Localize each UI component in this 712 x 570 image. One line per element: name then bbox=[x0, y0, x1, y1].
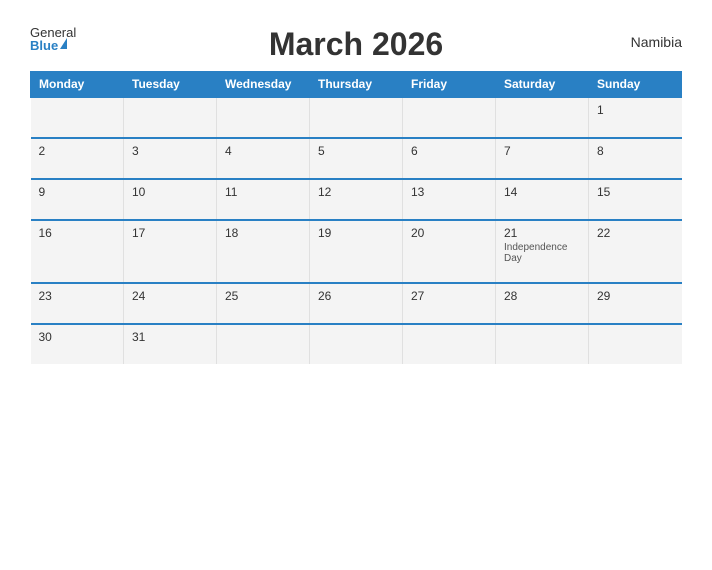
weekday-header-tuesday: Tuesday bbox=[124, 72, 217, 98]
day-cell bbox=[310, 324, 403, 364]
day-cell: 18 bbox=[217, 220, 310, 283]
day-cell: 21 Independence Day bbox=[496, 220, 589, 283]
day-event: Independence Day bbox=[504, 242, 580, 264]
day-number: 23 bbox=[39, 289, 116, 303]
day-cell: 30 bbox=[31, 324, 124, 364]
day-number: 9 bbox=[39, 185, 116, 199]
day-cell bbox=[589, 324, 682, 364]
day-number: 19 bbox=[318, 226, 394, 240]
day-number: 22 bbox=[597, 226, 674, 240]
week-row-5: 23 24 25 26 27 28 29 bbox=[31, 283, 682, 324]
day-cell: 22 bbox=[589, 220, 682, 283]
weekday-header-monday: Monday bbox=[31, 72, 124, 98]
day-cell bbox=[31, 97, 124, 138]
day-cell: 20 bbox=[403, 220, 496, 283]
logo: General Blue bbox=[30, 26, 76, 52]
calendar-wrapper: General Blue March 2026 Namibia MondayTu… bbox=[10, 10, 702, 560]
day-number: 20 bbox=[411, 226, 487, 240]
day-number: 29 bbox=[597, 289, 674, 303]
logo-triangle-icon bbox=[60, 38, 67, 49]
day-cell: 7 bbox=[496, 138, 589, 179]
day-cell: 23 bbox=[31, 283, 124, 324]
day-cell: 31 bbox=[124, 324, 217, 364]
day-number: 26 bbox=[318, 289, 394, 303]
calendar-title: March 2026 bbox=[269, 26, 443, 63]
day-number: 12 bbox=[318, 185, 394, 199]
calendar-grid: MondayTuesdayWednesdayThursdayFridaySatu… bbox=[30, 71, 682, 364]
day-cell: 29 bbox=[589, 283, 682, 324]
day-cell: 13 bbox=[403, 179, 496, 220]
day-cell: 15 bbox=[589, 179, 682, 220]
day-number: 27 bbox=[411, 289, 487, 303]
day-cell: 5 bbox=[310, 138, 403, 179]
day-number: 10 bbox=[132, 185, 208, 199]
day-cell bbox=[496, 324, 589, 364]
day-cell: 12 bbox=[310, 179, 403, 220]
day-number: 18 bbox=[225, 226, 301, 240]
week-row-2: 2 3 4 5 6 7 8 bbox=[31, 138, 682, 179]
country-label: Namibia bbox=[631, 34, 682, 50]
day-cell bbox=[403, 97, 496, 138]
day-cell: 26 bbox=[310, 283, 403, 324]
weekday-header-sunday: Sunday bbox=[589, 72, 682, 98]
day-cell: 28 bbox=[496, 283, 589, 324]
day-cell: 27 bbox=[403, 283, 496, 324]
day-cell: 16 bbox=[31, 220, 124, 283]
logo-blue-text: Blue bbox=[30, 39, 58, 52]
calendar-header: General Blue March 2026 Namibia bbox=[30, 26, 682, 63]
week-row-6: 30 31 bbox=[31, 324, 682, 364]
day-number: 30 bbox=[39, 330, 116, 344]
day-cell: 25 bbox=[217, 283, 310, 324]
day-number: 21 bbox=[504, 226, 580, 240]
day-cell: 1 bbox=[589, 97, 682, 138]
day-number: 4 bbox=[225, 144, 301, 158]
day-number: 6 bbox=[411, 144, 487, 158]
day-number: 16 bbox=[39, 226, 116, 240]
day-cell: 10 bbox=[124, 179, 217, 220]
day-number: 2 bbox=[39, 144, 116, 158]
day-cell: 24 bbox=[124, 283, 217, 324]
day-cell bbox=[496, 97, 589, 138]
day-number: 15 bbox=[597, 185, 674, 199]
day-number: 8 bbox=[597, 144, 674, 158]
week-row-1: 1 bbox=[31, 97, 682, 138]
weekday-header-row: MondayTuesdayWednesdayThursdayFridaySatu… bbox=[31, 72, 682, 98]
day-cell bbox=[403, 324, 496, 364]
day-cell bbox=[217, 324, 310, 364]
day-number: 25 bbox=[225, 289, 301, 303]
week-row-3: 9 10 11 12 13 14 15 bbox=[31, 179, 682, 220]
day-cell: 3 bbox=[124, 138, 217, 179]
day-cell: 4 bbox=[217, 138, 310, 179]
day-number: 11 bbox=[225, 185, 301, 199]
day-number: 24 bbox=[132, 289, 208, 303]
day-cell: 19 bbox=[310, 220, 403, 283]
day-number: 1 bbox=[597, 103, 674, 117]
day-cell: 17 bbox=[124, 220, 217, 283]
day-cell: 2 bbox=[31, 138, 124, 179]
weekday-header-friday: Friday bbox=[403, 72, 496, 98]
day-cell bbox=[217, 97, 310, 138]
day-number: 28 bbox=[504, 289, 580, 303]
day-cell: 9 bbox=[31, 179, 124, 220]
day-number: 31 bbox=[132, 330, 208, 344]
day-number: 5 bbox=[318, 144, 394, 158]
day-cell: 11 bbox=[217, 179, 310, 220]
weekday-header-thursday: Thursday bbox=[310, 72, 403, 98]
day-cell: 14 bbox=[496, 179, 589, 220]
day-number: 3 bbox=[132, 144, 208, 158]
day-cell: 6 bbox=[403, 138, 496, 179]
day-number: 7 bbox=[504, 144, 580, 158]
day-cell bbox=[310, 97, 403, 138]
day-number: 13 bbox=[411, 185, 487, 199]
weekday-header-saturday: Saturday bbox=[496, 72, 589, 98]
day-number: 14 bbox=[504, 185, 580, 199]
day-number: 17 bbox=[132, 226, 208, 240]
day-cell: 8 bbox=[589, 138, 682, 179]
week-row-4: 16 17 18 19 20 21 Independence Day 22 bbox=[31, 220, 682, 283]
weekday-header-wednesday: Wednesday bbox=[217, 72, 310, 98]
day-cell bbox=[124, 97, 217, 138]
